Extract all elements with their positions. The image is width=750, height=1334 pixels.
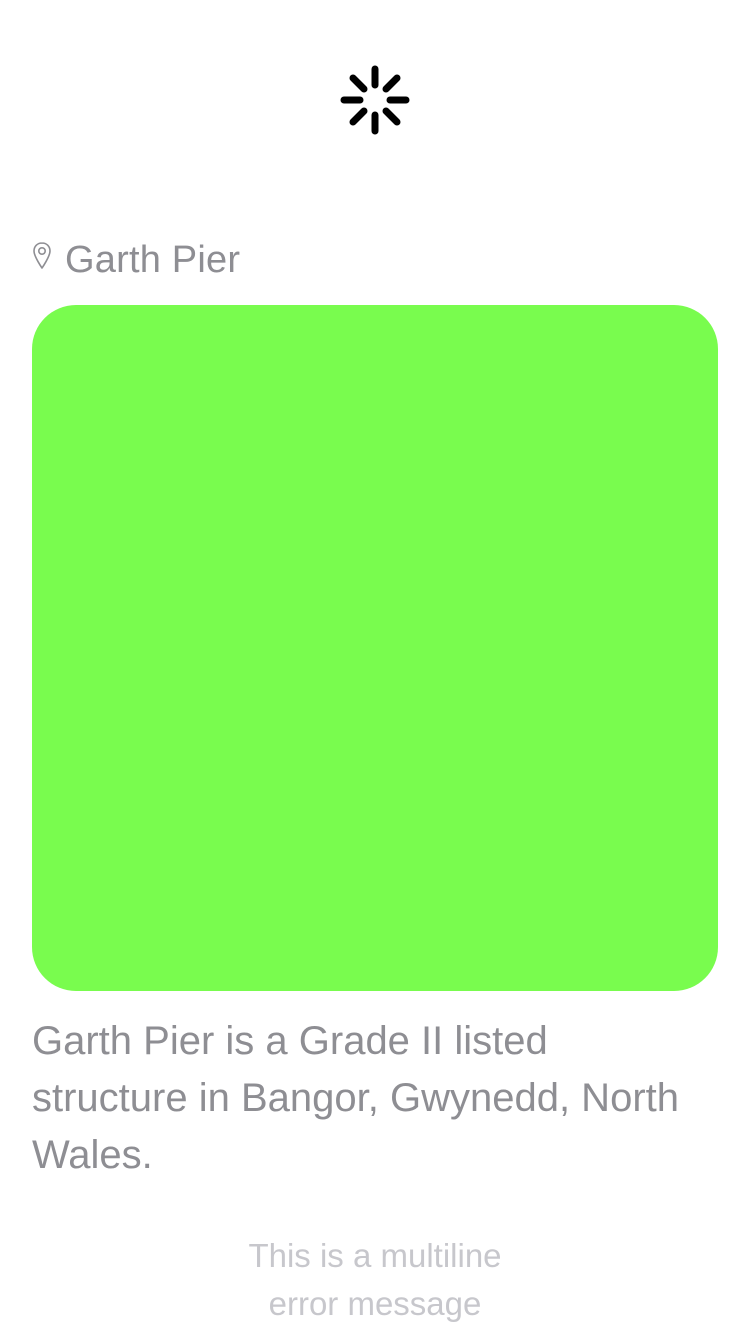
map-pin-icon	[33, 242, 51, 269]
error-message: This is a multiline error message	[248, 1237, 502, 1322]
location-description: Garth Pier is a Grade II listed structur…	[32, 1019, 679, 1177]
location-name: Garth Pier	[65, 238, 241, 281]
activity-spinner-icon	[340, 65, 410, 135]
media-image[interactable]	[32, 305, 718, 991]
location-row: Garth Pier	[32, 236, 240, 284]
